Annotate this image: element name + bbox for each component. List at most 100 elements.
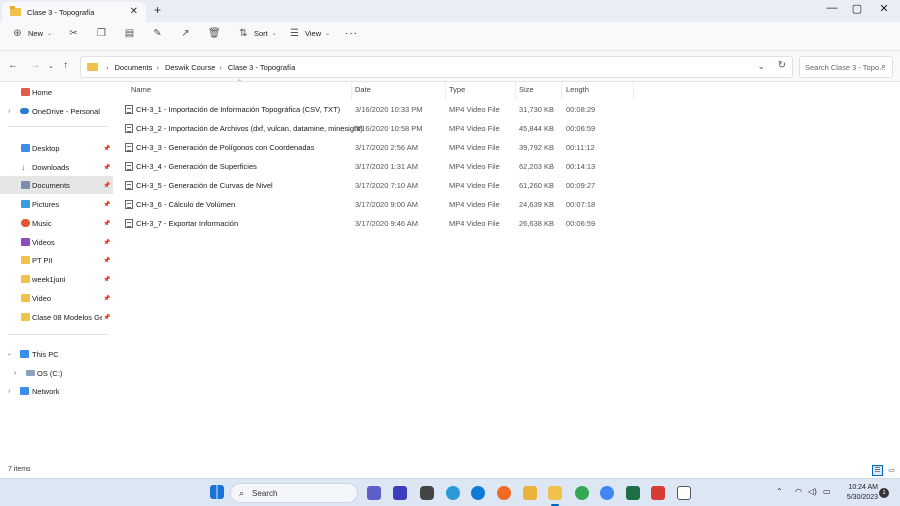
pin-icon[interactable]: 📌	[103, 182, 110, 189]
teams-icon[interactable]	[367, 486, 381, 500]
video-file-icon	[125, 200, 133, 209]
clock-date: 5/30/2023	[846, 494, 878, 501]
column-header-size[interactable]: Size	[519, 85, 534, 94]
address-bar[interactable]: › Documents › Deswik Course › Clase 3 - …	[80, 56, 793, 78]
pin-icon[interactable]: 📌	[103, 257, 110, 264]
sidebar-item-downloads[interactable]: ↓ Downloads 📌	[0, 158, 113, 176]
breadcrumb-clase-3[interactable]: Clase 3 - Topografía	[228, 63, 295, 72]
maximize-button[interactable]: ▢	[843, 2, 871, 15]
breadcrumb-deswik-course[interactable]: Deswik Course	[165, 63, 215, 72]
windows-start-icon[interactable]	[210, 485, 224, 499]
sidebar-item-network[interactable]: › Network	[0, 382, 113, 400]
delete-button[interactable]: 🗑	[208, 28, 224, 39]
clock[interactable]: 10:24 AM 5/30/2023	[838, 483, 878, 503]
cube-app-icon[interactable]	[420, 486, 434, 500]
share-button[interactable]: ↗	[180, 28, 196, 39]
paste-button[interactable]: ▤	[124, 28, 140, 39]
pin-icon[interactable]: 📌	[103, 295, 110, 302]
cut-button[interactable]: ✂	[68, 28, 84, 39]
sidebar-item-onedrive[interactable]: › OneDrive - Personal	[0, 102, 113, 120]
firefox-icon[interactable]	[497, 486, 511, 500]
address-dropdown-icon[interactable]: ⌄	[757, 61, 765, 72]
sidebar-item-home[interactable]: Home	[0, 83, 113, 101]
pin-icon[interactable]: 📌	[103, 276, 110, 283]
details-view-icon[interactable]: ☰	[872, 465, 883, 476]
tiles-view-icon[interactable]: ▭	[886, 465, 897, 476]
pin-icon[interactable]: 📌	[103, 314, 110, 321]
sidebar-item-documents[interactable]: Documents 📌	[0, 176, 113, 194]
file-row[interactable]: CH-3_2 - Importación de Archivos (dxf, v…	[113, 120, 900, 138]
file-row[interactable]: CH-3_6 - Cálculo de Volúmen 3/17/2020 9:…	[113, 196, 900, 214]
chrome-icon[interactable]	[600, 486, 614, 500]
search-placeholder: Search Clase 3 - Topo...	[805, 62, 886, 72]
column-header-type[interactable]: Type	[449, 85, 465, 94]
sidebar-item-this-pc[interactable]: › This PC	[0, 345, 113, 363]
refresh-icon[interactable]: ↻	[778, 60, 786, 71]
view-button[interactable]: ☰ View ⌄	[289, 28, 330, 39]
calendar-app-icon[interactable]	[677, 486, 691, 500]
column-separator[interactable]	[351, 82, 352, 100]
file-row[interactable]: CH-3_4 - Generación de Superficies 3/17/…	[113, 158, 900, 176]
file-row[interactable]: CH-3_7 - Exportar Información 3/17/2020 …	[113, 215, 900, 233]
breadcrumb-documents[interactable]: Documents	[115, 63, 153, 72]
taskbar-search[interactable]: ⌕ Search	[230, 483, 358, 503]
wifi-icon[interactable]: ◠	[795, 487, 802, 496]
new-tab-button[interactable]: +	[154, 3, 161, 17]
file-explorer-icon[interactable]	[548, 486, 562, 500]
file-row[interactable]: CH-3_5 - Generación de Curvas de Nivel 3…	[113, 177, 900, 195]
pin-icon[interactable]: 📌	[103, 164, 110, 171]
pin-icon[interactable]: 📌	[103, 145, 110, 152]
sidebar-item-videos[interactable]: Videos 📌	[0, 233, 113, 251]
up-arrow-icon[interactable]: ↑	[63, 60, 68, 71]
back-arrow-icon[interactable]: ←	[8, 60, 18, 71]
column-separator[interactable]	[515, 82, 516, 100]
app-icon[interactable]	[393, 486, 407, 500]
file-type: MP4 Video File	[449, 162, 500, 171]
sidebar-item-clase-08[interactable]: Clase 08 Modelos Geol 📌	[0, 308, 113, 326]
column-separator[interactable]	[445, 82, 446, 100]
file-row[interactable]: CH-3_1 - Importación de Información Topo…	[113, 101, 900, 119]
app-icon[interactable]	[523, 486, 537, 500]
pin-icon[interactable]: 📌	[103, 201, 110, 208]
tab-close-icon[interactable]: ✕	[130, 6, 138, 17]
column-header-name[interactable]: Name	[131, 85, 151, 94]
sidebar-item-video[interactable]: Video 📌	[0, 289, 113, 307]
search-input[interactable]: Search Clase 3 - Topo... ⌕	[799, 56, 893, 78]
tab-clase-3[interactable]: Clase 3 - Topografía ✕	[2, 2, 146, 22]
column-header-length[interactable]: Length	[566, 85, 589, 94]
copy-button[interactable]: ❐	[96, 28, 112, 39]
app-icon[interactable]	[446, 486, 460, 500]
notification-badge[interactable]: 1	[879, 488, 889, 498]
sidebar-item-pictures[interactable]: Pictures 📌	[0, 195, 113, 213]
minimize-button[interactable]: —	[818, 2, 846, 14]
sidebar-item-music[interactable]: Music 📌	[0, 214, 113, 232]
search-icon: ⌕	[880, 61, 886, 71]
pin-icon[interactable]: 📌	[103, 239, 110, 246]
more-options-button[interactable]: ···	[345, 28, 358, 39]
edge-icon[interactable]	[471, 486, 485, 500]
column-separator[interactable]	[633, 82, 634, 100]
chrome-icon[interactable]	[575, 486, 589, 500]
column-separator[interactable]	[561, 82, 562, 100]
new-button[interactable]: ⊕ New ⌄	[12, 28, 52, 39]
file-row[interactable]: CH-3_3 - Generación de Polígonos con Coo…	[113, 139, 900, 157]
pin-icon[interactable]: 📌	[103, 220, 110, 227]
sidebar-item-os-c[interactable]: › OS (C:)	[0, 364, 113, 382]
forward-arrow-icon[interactable]: →	[30, 60, 40, 71]
close-window-button[interactable]: ✕	[870, 2, 898, 15]
recent-chevron-icon[interactable]: ⌄	[48, 62, 54, 70]
folder-icon	[87, 63, 98, 71]
rename-button[interactable]: ✎	[152, 28, 168, 39]
battery-icon[interactable]: ▭	[823, 487, 831, 496]
excel-icon[interactable]	[626, 486, 640, 500]
column-header-date[interactable]: Date	[355, 85, 371, 94]
sidebar-item-pt-pii[interactable]: PT PII 📌	[0, 251, 113, 269]
chevron-up-icon[interactable]: ⌃	[776, 487, 783, 496]
sidebar-item-week1juni[interactable]: week1juni 📌	[0, 270, 113, 288]
volume-icon[interactable]: ◁)	[808, 487, 817, 496]
sidebar-item-label: OS (C:)	[37, 368, 63, 378]
app-icon[interactable]	[651, 486, 665, 500]
sidebar-item-label: OneDrive - Personal	[32, 106, 100, 116]
sidebar-item-desktop[interactable]: Desktop 📌	[0, 139, 113, 157]
sort-button[interactable]: ⇅ Sort ⌄	[238, 28, 277, 39]
